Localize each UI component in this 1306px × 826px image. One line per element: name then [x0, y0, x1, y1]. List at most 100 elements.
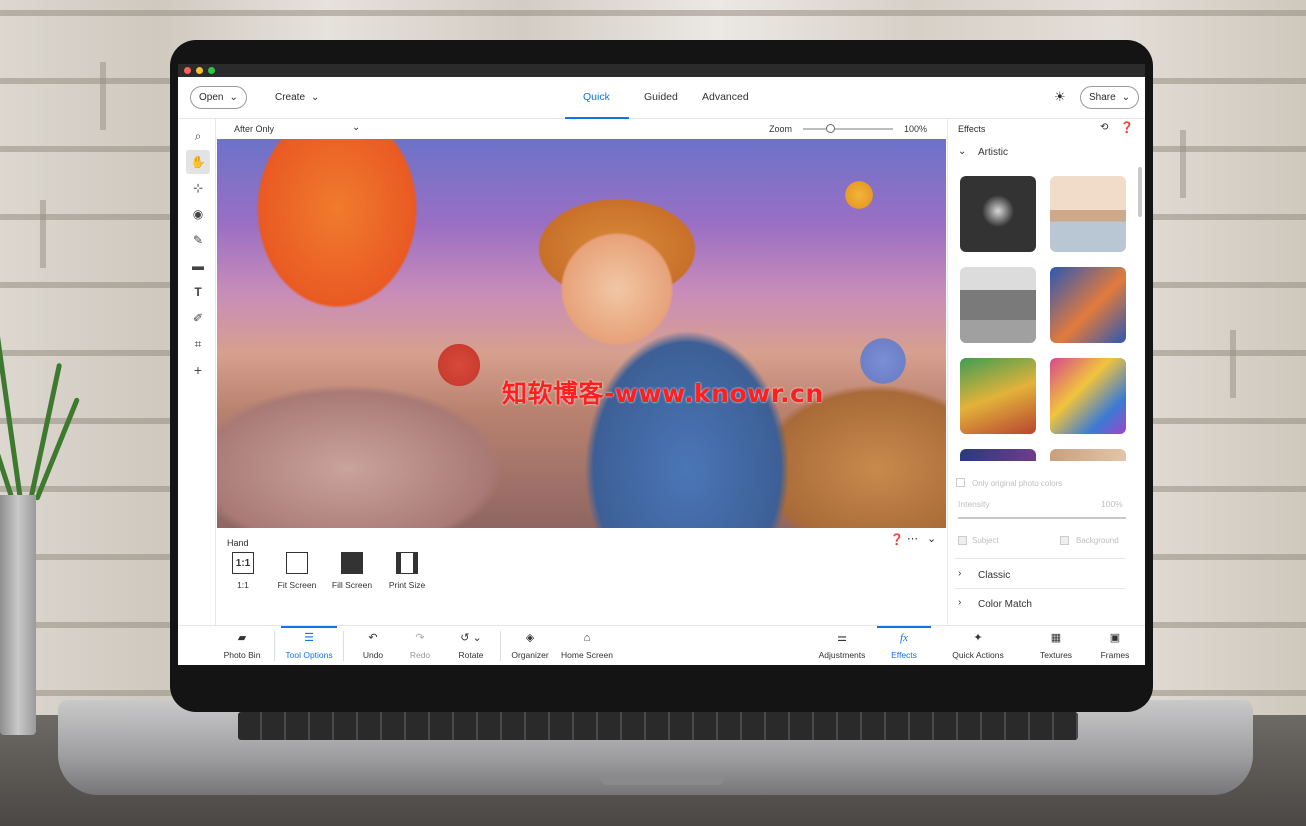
options-bar: After Only ⌄ Zoom 100% [216, 119, 946, 139]
maximize-window-button[interactable] [208, 67, 215, 74]
zoom-value: 100% [904, 124, 928, 134]
print-size-button[interactable]: Print Size [375, 552, 439, 590]
rotate-icon: ↺ ⌄ [460, 632, 482, 644]
tab-guided[interactable]: Guided [644, 91, 678, 103]
minimize-window-button[interactable] [196, 67, 203, 74]
chevron-down-icon: ⌄ [1121, 92, 1131, 103]
brick-joint [1180, 130, 1186, 198]
original-colors-label: Only original photo colors [972, 479, 1063, 488]
organizer-icon: ◈ [525, 632, 535, 644]
adjustments-label: Adjustments [818, 650, 866, 660]
share-button[interactable]: Share ⌄ [1080, 86, 1140, 109]
photo-bin-button[interactable]: ▰ Photo Bin [218, 626, 266, 665]
fit-screen-label: Fit Screen [277, 580, 317, 590]
redo-button[interactable]: ↷ Redo [403, 626, 437, 665]
tool-options-panel: Hand 1:1 1:1 Fit Screen Fill Screen Prin… [217, 530, 946, 625]
effect-thumbnail[interactable] [1050, 267, 1126, 343]
crop-icon[interactable]: ⌗ [186, 332, 210, 356]
subject-checkbox[interactable] [958, 536, 967, 545]
eraser-icon[interactable]: ▬ [186, 254, 210, 278]
hand-icon[interactable]: ✋ [186, 150, 210, 174]
rotate-button[interactable]: ↺ ⌄ Rotate [452, 626, 490, 665]
background-checkbox[interactable] [1060, 536, 1069, 545]
section-color-match[interactable]: Color Match [978, 599, 1032, 610]
tool-name: Hand [227, 538, 249, 548]
help-icon[interactable]: ❓ [1120, 121, 1134, 134]
frames-icon: ▣ [1109, 632, 1121, 644]
close-window-button[interactable] [184, 67, 191, 74]
tool-options-button[interactable]: ☰ Tool Options [281, 626, 337, 665]
intensity-slider[interactable] [958, 517, 1126, 519]
undo-button[interactable]: ↶ Undo [356, 626, 390, 665]
chevron-right-icon[interactable]: › [958, 597, 961, 608]
laptop-notch [600, 775, 725, 785]
zoom-icon[interactable]: ⌕ [186, 124, 210, 148]
textures-icon: ▦ [1050, 632, 1062, 644]
zoom-slider-handle[interactable] [826, 124, 835, 133]
create-button[interactable]: Create ⌄ [266, 86, 328, 109]
share-label: Share [1089, 92, 1116, 103]
effect-thumbnail[interactable] [960, 449, 1036, 461]
move-icon[interactable]: + [186, 358, 210, 382]
divider [500, 631, 501, 661]
divider [343, 631, 344, 661]
tab-quick[interactable]: Quick [583, 91, 610, 103]
help-icon[interactable]: ❓ [890, 533, 904, 546]
quick-actions-label: Quick Actions [952, 650, 1004, 660]
tab-advanced[interactable]: Advanced [702, 91, 749, 103]
zoom-slider[interactable] [803, 124, 893, 133]
chevron-down-icon: ⌄ [311, 92, 320, 103]
sun-icon[interactable]: ☀ [1054, 89, 1066, 105]
rotate-label: Rotate [458, 650, 484, 660]
open-button[interactable]: Open ⌄ [190, 86, 247, 109]
divider [954, 558, 1126, 559]
effect-thumbnail[interactable] [960, 267, 1036, 343]
chevron-down-icon[interactable]: ⌄ [352, 122, 360, 133]
home-screen-button[interactable]: ⌂ Home Screen [558, 626, 616, 665]
effects-label: Effects [891, 650, 917, 660]
textures-button[interactable]: ▦ Textures [1033, 626, 1079, 665]
divider [954, 588, 1126, 589]
adjustments-icon: ⚌ [837, 632, 847, 644]
effect-thumbnail[interactable] [1050, 449, 1126, 461]
chevron-down-icon[interactable]: ⌄ [958, 146, 966, 157]
chevron-right-icon[interactable]: › [958, 568, 961, 579]
effect-thumbnail[interactable] [1050, 176, 1126, 252]
scrollbar[interactable] [1138, 167, 1142, 217]
fit-screen-icon [286, 552, 308, 574]
effect-thumbnail[interactable] [1050, 358, 1126, 434]
effect-thumbnail[interactable] [960, 358, 1036, 434]
effects-button[interactable]: fx Effects [877, 626, 931, 665]
intensity-label: Intensity [958, 499, 990, 509]
section-artistic[interactable]: Artistic [978, 147, 1008, 158]
quick-actions-button[interactable]: ✦ Quick Actions [946, 626, 1010, 665]
undo-icon: ↶ [368, 632, 378, 644]
organizer-label: Organizer [511, 650, 549, 660]
more-icon[interactable]: ⋯ [907, 532, 918, 545]
text-icon[interactable]: T [186, 280, 210, 304]
textures-label: Textures [1039, 650, 1073, 660]
healing-icon[interactable]: ✐ [186, 306, 210, 330]
brush-icon[interactable]: ✎ [186, 228, 210, 252]
section-classic[interactable]: Classic [978, 570, 1010, 581]
quick-actions-icon: ✦ [973, 632, 983, 644]
intensity-fill [958, 517, 1126, 519]
effect-thumbnail[interactable] [960, 176, 1036, 252]
view-mode-select[interactable]: After Only [234, 124, 274, 134]
reset-icon[interactable]: ⟲ [1100, 122, 1108, 133]
quick-selection-icon[interactable]: ⊹ [186, 176, 210, 200]
organizer-button[interactable]: ◈ Organizer [508, 626, 552, 665]
chevron-down-icon[interactable]: ⌄ [927, 532, 936, 545]
fill-screen-icon [341, 552, 363, 574]
home-screen-label: Home Screen [561, 650, 613, 660]
eye-icon[interactable]: ◉ [186, 202, 210, 226]
adjustments-button[interactable]: ⚌ Adjustments [812, 626, 872, 665]
print-size-label: Print Size [388, 580, 426, 590]
top-bar: Open ⌄ Create ⌄ Quick Guided Advanced ☀ … [178, 77, 1145, 119]
original-colors-checkbox[interactable] [956, 478, 965, 487]
photo-canvas[interactable]: 知软博客-www.knowr.cn [217, 139, 946, 528]
chevron-down-icon: ⌄ [229, 92, 238, 103]
frames-button[interactable]: ▣ Frames [1095, 626, 1135, 665]
photo-bin-icon: ▰ [237, 632, 247, 644]
tool-options-icon: ☰ [304, 632, 314, 644]
